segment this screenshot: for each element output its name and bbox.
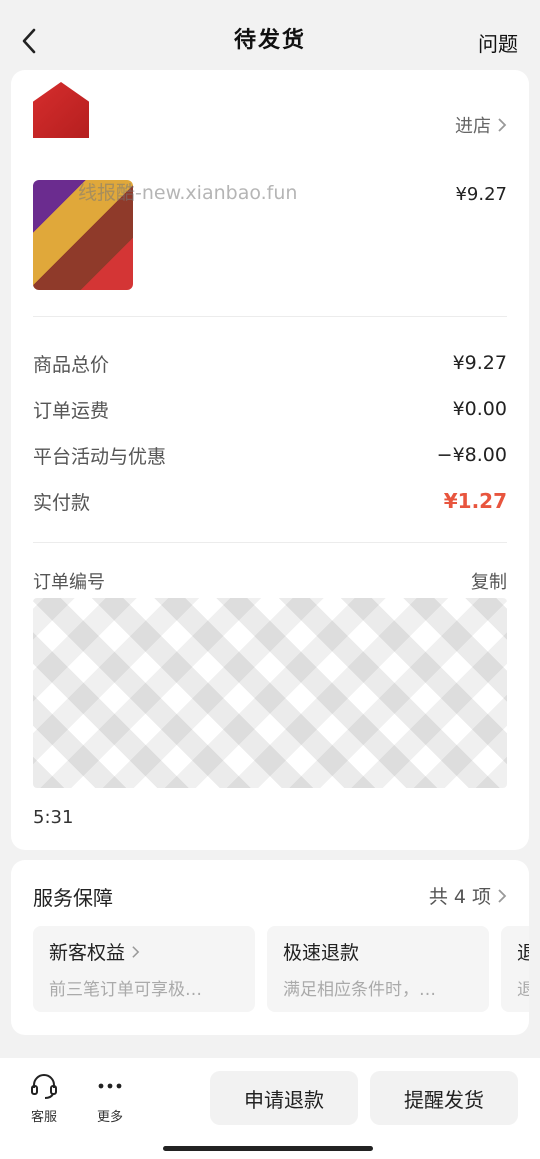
product-price: ¥9.27	[455, 184, 507, 205]
service-title: 服务保障	[33, 886, 113, 910]
divider	[33, 542, 507, 543]
service-card: 服务保障 共 4 项 新客权益 前三笔订单可享极… 极速退款 满足相应条件时，…	[11, 860, 529, 1035]
headset-icon	[31, 1074, 57, 1099]
chevron-right-icon	[498, 888, 507, 903]
price-value: ¥0.00	[452, 398, 507, 420]
service-item-title-row: 极速退款	[283, 938, 473, 965]
service-item-title: 退	[517, 942, 529, 964]
service-item-title: 极速退款	[283, 942, 360, 964]
nav-header: 待发货 问题	[0, 0, 540, 72]
price-row-shipping: 订单运费 ¥0.00	[33, 386, 507, 432]
service-item-desc: 满足相应条件时，…	[283, 980, 436, 1000]
price-summary: 商品总价 ¥9.27 订单运费 ¥0.00 平台活动与优惠 −¥8.00 实付款…	[33, 340, 507, 524]
service-count: 共 4 项	[428, 886, 491, 908]
chevron-right-icon	[498, 118, 507, 132]
price-value: ¥9.27	[452, 352, 507, 374]
paid-amount: ¥1.27	[443, 489, 507, 513]
price-label: 商品总价	[33, 353, 110, 376]
price-label: 平台活动与优惠	[33, 445, 167, 468]
copy-button[interactable]: 复制	[471, 568, 507, 594]
bottom-action-bar: 客服 更多 申请退款 提醒发货	[0, 1058, 540, 1159]
chevron-right-icon	[132, 945, 140, 958]
divider	[33, 316, 507, 317]
more-dots-icon	[98, 1083, 122, 1089]
shop-row[interactable]: 进店	[33, 82, 507, 142]
price-label: 实付款	[33, 491, 91, 514]
price-value: −¥8.00	[436, 444, 507, 466]
service-item-new-customer[interactable]: 新客权益 前三笔订单可享极…	[33, 926, 255, 1012]
more-button[interactable]: 更多	[88, 1072, 132, 1125]
refund-button[interactable]: 申请退款	[210, 1071, 358, 1125]
enter-shop-link[interactable]: 进店	[455, 112, 507, 138]
home-indicator[interactable]	[163, 1146, 373, 1151]
remind-shipping-button[interactable]: 提醒发货	[370, 1071, 518, 1125]
service-item-desc: 前三笔订单可享极…	[49, 980, 202, 1000]
order-time: 5:31	[33, 807, 74, 828]
customer-service-label: 客服	[30, 1110, 57, 1125]
service-item-desc: 退	[517, 975, 529, 1000]
price-row-discount: 平台活动与优惠 −¥8.00	[33, 432, 507, 478]
order-number-label: 订单编号	[33, 572, 105, 593]
service-item-title: 新客权益	[49, 942, 126, 964]
enter-shop-label: 进店	[455, 116, 491, 137]
service-item-title-row: 退	[517, 938, 529, 965]
order-info: 订单编号 复制 5:31	[33, 568, 507, 828]
service-header[interactable]: 服务保障 共 4 项	[33, 882, 507, 912]
service-count-link[interactable]: 共 4 项	[429, 882, 507, 909]
help-link[interactable]: 问题	[478, 28, 518, 57]
customer-service-button[interactable]: 客服	[22, 1072, 66, 1125]
price-label: 订单运费	[33, 399, 110, 422]
service-item-title-row: 新客权益	[49, 938, 239, 965]
service-item-fast-refund[interactable]: 极速退款 满足相应条件时，…	[267, 926, 489, 1012]
redacted-info	[33, 598, 507, 788]
watermark-text: 线报酷-new.xianbao.fun	[78, 182, 298, 204]
price-row-subtotal: 商品总价 ¥9.27	[33, 340, 507, 386]
service-item-partial[interactable]: 退 退	[501, 926, 529, 1012]
shop-logo	[33, 82, 89, 138]
service-items: 新客权益 前三笔订单可享极… 极速退款 满足相应条件时，… 退 退	[33, 926, 529, 1012]
page-title: 待发货	[233, 28, 306, 53]
more-label: 更多	[96, 1110, 123, 1125]
price-row-paid: 实付款 ¥1.27	[33, 478, 507, 524]
